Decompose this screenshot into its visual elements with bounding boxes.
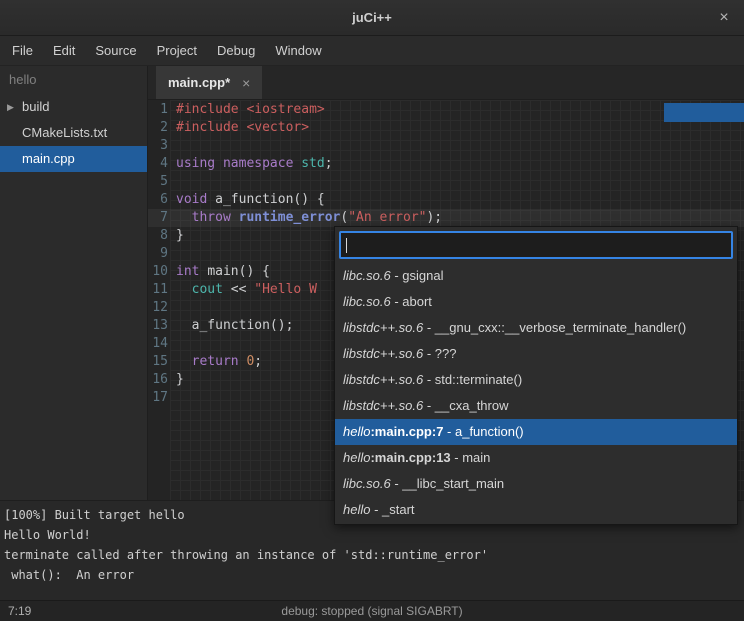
tree-item-label: CMakeLists.txt — [22, 125, 107, 140]
menu-debug[interactable]: Debug — [207, 38, 265, 63]
line-number: 17 — [148, 389, 168, 407]
line-number: 12 — [148, 299, 168, 317]
backtrace-popup: libc.so.6 - gsignallibc.so.6 - abortlibs… — [334, 226, 738, 525]
line-number: 11 — [148, 281, 168, 299]
line-code: #include <iostream> — [168, 101, 325, 119]
line-code: cout << "Hello W — [168, 281, 317, 299]
console-line: terminate called after throwing an insta… — [4, 545, 740, 565]
menu-source[interactable]: Source — [85, 38, 146, 63]
scrollbar-thumb[interactable] — [664, 103, 744, 122]
line-number: 5 — [148, 173, 168, 191]
line-code — [168, 173, 176, 191]
tab-bar: main.cpp* × — [148, 66, 744, 100]
tree-item-label: build — [22, 99, 49, 114]
tree-item-cmakelists-txt[interactable]: CMakeLists.txt — [0, 120, 147, 146]
title-bar: juCi++ × — [0, 0, 744, 36]
backtrace-item[interactable]: libc.so.6 - abort — [335, 289, 737, 315]
line-code — [168, 335, 176, 353]
code-line-5[interactable]: 5 — [148, 173, 744, 191]
tab-label: main.cpp* — [168, 75, 230, 90]
file-tree: ▶ build CMakeLists.txt main.cpp — [0, 94, 147, 172]
menu-project[interactable]: Project — [147, 38, 207, 63]
backtrace-item[interactable]: libc.so.6 - __libc_start_main — [335, 471, 737, 497]
popup-search-input[interactable] — [339, 231, 733, 259]
tree-item-build[interactable]: ▶ build — [0, 94, 147, 120]
backtrace-item[interactable]: hello:main.cpp:13 - main — [335, 445, 737, 471]
line-code: return 0; — [168, 353, 262, 371]
window-close-icon[interactable]: × — [713, 9, 735, 27]
menu-edit[interactable]: Edit — [43, 38, 85, 63]
line-number: 2 — [148, 119, 168, 137]
line-code: throw runtime_error("An error"); — [168, 209, 442, 227]
text-caret — [346, 238, 347, 253]
backtrace-item[interactable]: hello - _start — [335, 497, 737, 523]
cursor-position: 7:19 — [8, 604, 31, 618]
line-code: } — [168, 371, 184, 389]
line-number: 15 — [148, 353, 168, 371]
line-number: 13 — [148, 317, 168, 335]
line-code: a_function(); — [168, 317, 293, 335]
line-code: #include <vector> — [168, 119, 309, 137]
line-code — [168, 299, 176, 317]
tab-main-cpp[interactable]: main.cpp* × — [156, 66, 262, 99]
backtrace-list: libc.so.6 - gsignallibc.so.6 - abortlibs… — [335, 263, 737, 524]
line-number: 3 — [148, 137, 168, 155]
line-number: 8 — [148, 227, 168, 245]
line-code: using namespace std; — [168, 155, 333, 173]
backtrace-item[interactable]: libc.so.6 - gsignal — [335, 263, 737, 289]
line-code: } — [168, 227, 184, 245]
tab-close-icon[interactable]: × — [242, 75, 250, 91]
menu-file[interactable]: File — [2, 38, 43, 63]
tree-item-main-cpp[interactable]: main.cpp — [0, 146, 147, 172]
line-code: void a_function() { — [168, 191, 325, 209]
console-line: what(): An error — [4, 565, 740, 585]
code-line-3[interactable]: 3 — [148, 137, 744, 155]
window-title: juCi++ — [352, 10, 392, 25]
sidebar: hello ▶ build CMakeLists.txt main.cpp — [0, 66, 148, 500]
tree-item-label: main.cpp — [22, 151, 75, 166]
debug-status: debug: stopped (signal SIGABRT) — [0, 604, 744, 618]
backtrace-item[interactable]: libstdc++.so.6 - __gnu_cxx::__verbose_te… — [335, 315, 737, 341]
backtrace-item[interactable]: libstdc++.so.6 - ??? — [335, 341, 737, 367]
menu-bar: FileEditSourceProjectDebugWindow — [0, 36, 744, 66]
project-name: hello — [0, 66, 147, 94]
code-line-7[interactable]: 7 throw runtime_error("An error"); — [148, 209, 744, 227]
console-line: Hello World! — [4, 525, 740, 545]
code-line-2[interactable]: 2#include <vector> — [148, 119, 744, 137]
backtrace-item[interactable]: libstdc++.so.6 - __cxa_throw — [335, 393, 737, 419]
line-number: 1 — [148, 101, 168, 119]
line-number: 9 — [148, 245, 168, 263]
code-line-6[interactable]: 6void a_function() { — [148, 191, 744, 209]
line-number: 10 — [148, 263, 168, 281]
line-number: 6 — [148, 191, 168, 209]
backtrace-item[interactable]: hello:main.cpp:7 - a_function() — [335, 419, 737, 445]
line-number: 4 — [148, 155, 168, 173]
code-line-1[interactable]: 1#include <iostream> — [148, 101, 744, 119]
line-number: 7 — [148, 209, 168, 227]
line-code — [168, 137, 176, 155]
backtrace-item[interactable]: libstdc++.so.6 - std::terminate() — [335, 367, 737, 393]
line-code: int main() { — [168, 263, 270, 281]
line-number: 14 — [148, 335, 168, 353]
line-code — [168, 389, 176, 407]
menu-window[interactable]: Window — [265, 38, 331, 63]
line-number: 16 — [148, 371, 168, 389]
status-bar: 7:19 debug: stopped (signal SIGABRT) — [0, 600, 744, 621]
code-line-4[interactable]: 4using namespace std; — [148, 155, 744, 173]
expander-icon[interactable]: ▶ — [7, 94, 14, 120]
line-code — [168, 245, 176, 263]
